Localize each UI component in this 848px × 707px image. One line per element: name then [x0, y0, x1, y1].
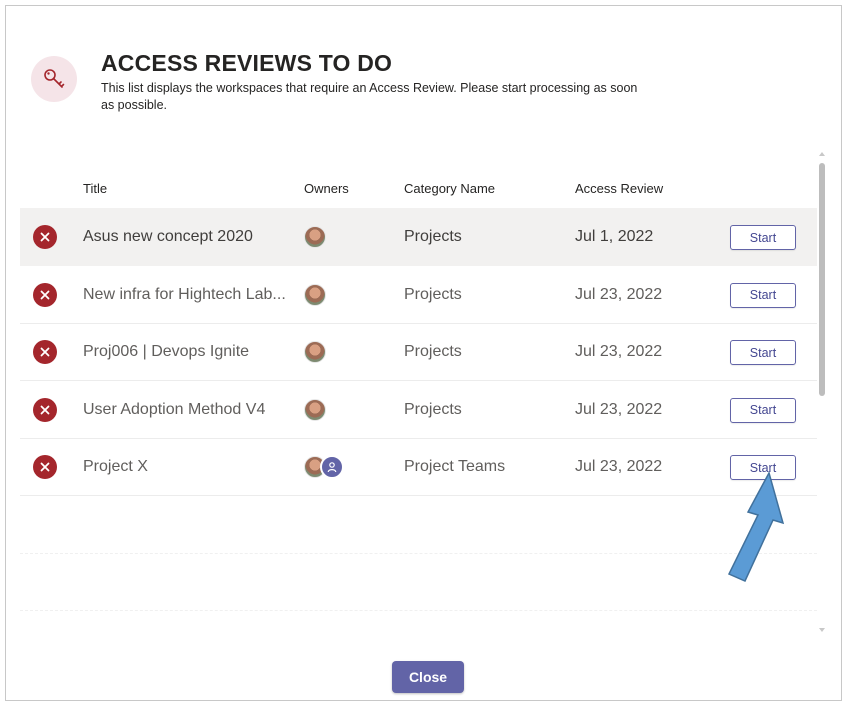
row-access-review-date: Jul 23, 2022	[575, 400, 663, 418]
owner-avatar[interactable]	[304, 341, 326, 363]
row-access-review-date: Jul 23, 2022	[575, 458, 663, 475]
row-title[interactable]: User Adoption Method V4	[83, 381, 265, 439]
start-review-button[interactable]: Start	[730, 340, 796, 365]
close-button[interactable]: Close	[392, 661, 464, 693]
column-header-access-review[interactable]: Access Review	[575, 181, 663, 196]
empty-row-divider	[20, 553, 817, 554]
row-access-review-date: Jul 1, 2022	[575, 228, 654, 245]
table-row[interactable]: User Adoption Method V4 Projects Jul 23,…	[20, 381, 817, 439]
scroll-down-icon[interactable]	[818, 626, 826, 634]
row-access-review-date: Jul 23, 2022	[575, 343, 663, 360]
review-required-icon	[33, 455, 57, 479]
review-required-icon	[33, 282, 57, 307]
owner-avatar[interactable]	[304, 398, 326, 421]
access-reviews-dialog: ACCESS REVIEWS TO DO This list displays …	[5, 5, 842, 701]
table-row[interactable]: New infra for Hightech Lab... Projects J…	[20, 266, 817, 324]
person-icon[interactable]	[320, 455, 344, 479]
review-required-icon	[33, 225, 57, 249]
key-icon	[31, 56, 77, 102]
table-row[interactable]: Project X Project Teams Jul 23, 2022 Sta…	[20, 438, 817, 496]
row-title[interactable]: Proj006 | Devops Ignite	[83, 323, 249, 381]
row-owners	[304, 323, 326, 381]
column-header-owners[interactable]: Owners	[304, 181, 349, 196]
row-category: Projects	[404, 228, 462, 245]
row-title[interactable]: Project X	[83, 438, 148, 496]
dialog-title: ACCESS REVIEWS TO DO	[101, 50, 393, 76]
row-title[interactable]: New infra for Hightech Lab...	[83, 266, 286, 324]
review-required-icon	[33, 340, 57, 364]
row-owners	[304, 438, 344, 496]
start-review-button[interactable]: Start	[730, 225, 796, 250]
row-category: Project Teams	[404, 458, 506, 475]
scroll-up-icon[interactable]	[818, 150, 826, 158]
owner-avatar[interactable]	[304, 283, 326, 306]
row-owners	[304, 208, 326, 266]
scrollbar-thumb[interactable]	[819, 163, 825, 396]
column-header-category[interactable]: Category Name	[404, 181, 495, 196]
empty-row-divider	[20, 610, 817, 611]
column-header-title[interactable]: Title	[83, 181, 107, 196]
row-category: Projects	[404, 285, 462, 303]
owner-avatar[interactable]	[304, 226, 326, 248]
start-review-button[interactable]: Start	[730, 282, 796, 308]
pointer-arrow-icon	[727, 471, 785, 582]
row-category: Projects	[404, 343, 462, 360]
table-row[interactable]: Proj006 | Devops Ignite Projects Jul 23,…	[20, 323, 817, 381]
row-access-review-date: Jul 23, 2022	[575, 285, 663, 303]
row-owners	[304, 266, 326, 324]
dialog-description: This list displays the workspaces that r…	[101, 81, 638, 112]
review-required-icon	[33, 397, 57, 422]
table-row[interactable]: Asus new concept 2020 Projects Jul 1, 20…	[20, 208, 817, 266]
row-category: Projects	[404, 400, 462, 418]
start-review-button[interactable]: Start	[730, 397, 796, 423]
row-title[interactable]: Asus new concept 2020	[83, 208, 253, 266]
row-owners	[304, 381, 326, 439]
